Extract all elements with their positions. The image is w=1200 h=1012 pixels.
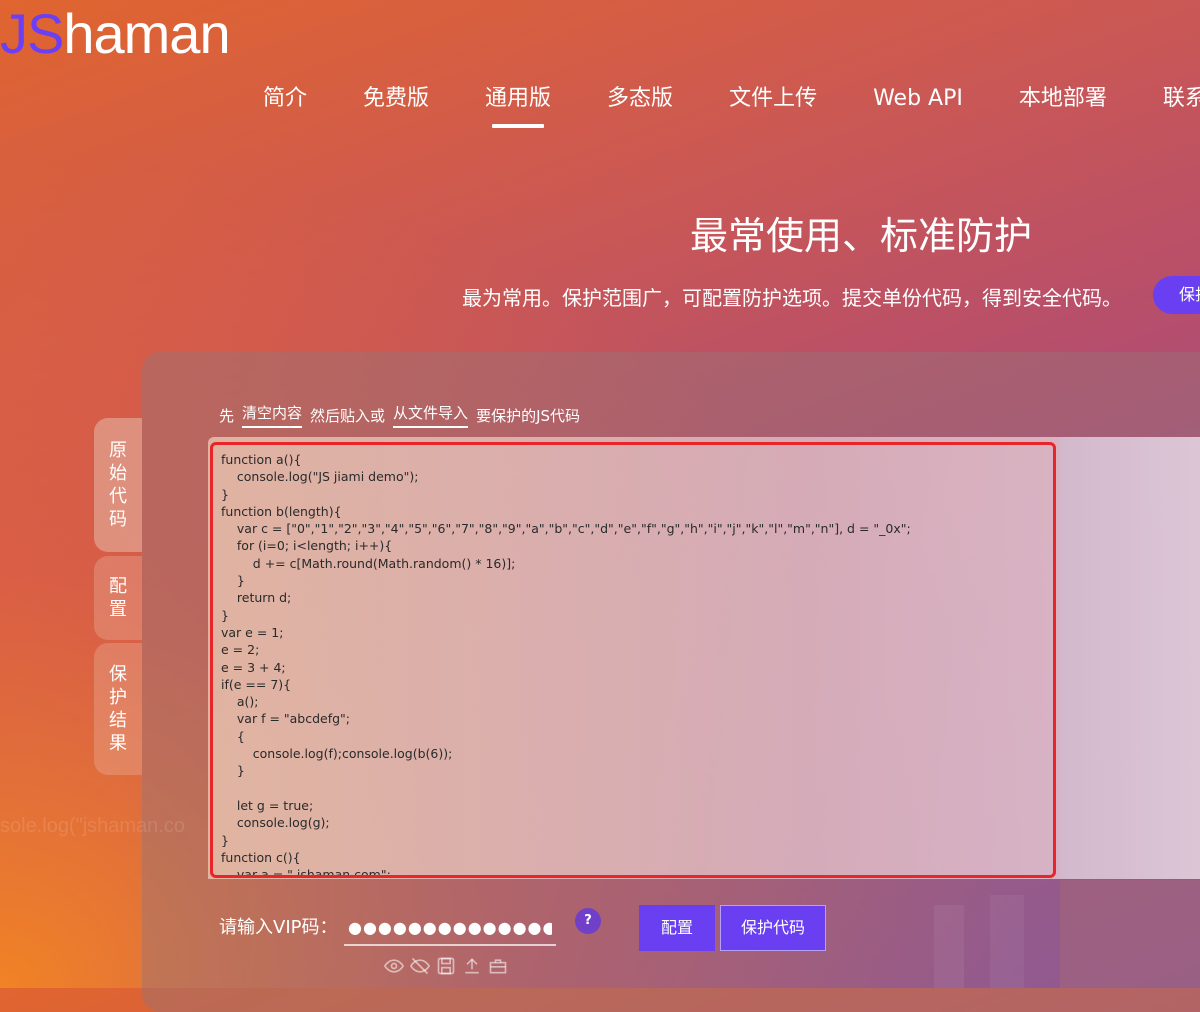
clear-content-link[interactable]: 清空内容 <box>242 402 303 428</box>
code-line: var f = "abcdefg"; <box>221 711 351 727</box>
code-line: } <box>221 763 245 779</box>
code-line: } <box>221 607 229 623</box>
tab-result-char: 结 <box>109 710 127 731</box>
nav-contact[interactable]: 联系我们 <box>1144 84 1200 128</box>
eye-icon[interactable] <box>384 956 404 976</box>
code-line: console.log(g); <box>221 815 330 831</box>
config-button[interactable]: 配置 <box>639 905 715 951</box>
code-line: var a = " jshaman.com"; <box>221 867 391 878</box>
editor-right-area <box>1060 437 1200 879</box>
nav-general[interactable]: 通用版 <box>466 84 570 128</box>
decorative-bars <box>934 895 1024 988</box>
code-line: a(); <box>221 694 259 710</box>
code-line: { <box>221 728 245 744</box>
code-line: d += c[Math.round(Math.random() * 16)]; <box>221 555 516 571</box>
tab-config[interactable]: 配 置 <box>94 556 142 640</box>
code-line: e = 3 + 4; <box>221 659 286 675</box>
code-line: } <box>221 486 229 502</box>
instr-prefix: 先 <box>219 406 235 425</box>
background-ghost-text: sole.log("jshaman.co <box>0 815 185 837</box>
logo-js: JS <box>0 2 64 65</box>
tab-config-char: 置 <box>109 599 127 620</box>
tab-config-char: 配 <box>109 576 127 597</box>
nav-free[interactable]: 免费版 <box>344 84 448 128</box>
vip-code-input[interactable] <box>344 910 556 946</box>
nav-web-api[interactable]: Web API <box>854 84 982 128</box>
main-nav: 简介 免费版 通用版 多态版 文件上传 Web API 本地部署 联系我们 <box>235 84 1200 128</box>
jshaman-logo[interactable]: JS haman <box>0 0 231 65</box>
code-line: function a(){ <box>221 452 302 467</box>
nav-intro[interactable]: 简介 <box>244 84 326 128</box>
tab-original-char: 代 <box>109 486 127 507</box>
vip-tool-icons <box>384 956 508 976</box>
code-line: } <box>221 832 229 848</box>
nav-local-deploy[interactable]: 本地部署 <box>1000 84 1126 128</box>
instructions: 先 清空内容 然后贴入或 从文件导入 要保护的JS代码 <box>219 402 580 428</box>
code-line: if(e == 7){ <box>221 676 292 692</box>
eye-off-icon[interactable] <box>410 956 430 976</box>
tab-protect-result[interactable]: 保 护 结 果 <box>94 643 142 775</box>
code-line: for (i=0; i<length; i++){ <box>221 538 393 554</box>
tab-result-char: 护 <box>109 687 127 708</box>
code-line: let g = true; <box>221 797 314 813</box>
code-line: e = 2; <box>221 642 260 658</box>
save-icon[interactable] <box>436 956 456 976</box>
instr-middle: 然后贴入或 <box>310 406 386 425</box>
nav-file-upload[interactable]: 文件上传 <box>710 84 836 128</box>
tab-original-char: 始 <box>109 463 127 484</box>
instr-suffix: 要保护的JS代码 <box>476 406 581 425</box>
hero-title: 最常使用、标准防护 <box>690 214 1033 258</box>
bottom-right-shade <box>1060 880 1200 988</box>
toolbox-icon[interactable] <box>488 956 508 976</box>
upload-icon[interactable] <box>462 956 482 976</box>
tab-original-char: 码 <box>109 509 127 530</box>
code-line: function b(length){ <box>221 503 342 519</box>
code-line: var c = ["0","1","2","3","4","5","6","7"… <box>221 521 911 537</box>
hero-subtitle: 最为常用。保护范围广，可配置防护选项。提交单份代码，得到安全代码。 <box>462 286 1122 310</box>
tab-result-char: 果 <box>109 733 127 754</box>
hero-protect-button[interactable]: 保护 <box>1153 276 1200 314</box>
code-line: console.log(f);console.log(b(6)); <box>221 746 453 762</box>
code-line: return d; <box>221 590 292 606</box>
vip-label: 请输入VIP码： <box>219 917 338 938</box>
logo-shaman: haman <box>63 2 230 65</box>
import-file-link[interactable]: 从文件导入 <box>393 402 469 428</box>
code-line: } <box>221 573 245 589</box>
nav-polymorphic[interactable]: 多态版 <box>588 84 692 128</box>
tab-original-char: 原 <box>109 440 127 461</box>
code-line: function c(){ <box>221 849 301 865</box>
help-icon[interactable]: ? <box>575 908 601 934</box>
code-input-textarea[interactable]: function a(){ console.log("JS jiami demo… <box>210 442 1056 878</box>
code-line: var e = 1; <box>221 624 284 640</box>
protect-code-button[interactable]: 保护代码 <box>720 905 826 951</box>
code-line: console.log("JS jiami demo"); <box>221 469 419 485</box>
tab-result-char: 保 <box>109 664 127 685</box>
tab-original-code[interactable]: 原 始 代 码 <box>94 418 142 552</box>
